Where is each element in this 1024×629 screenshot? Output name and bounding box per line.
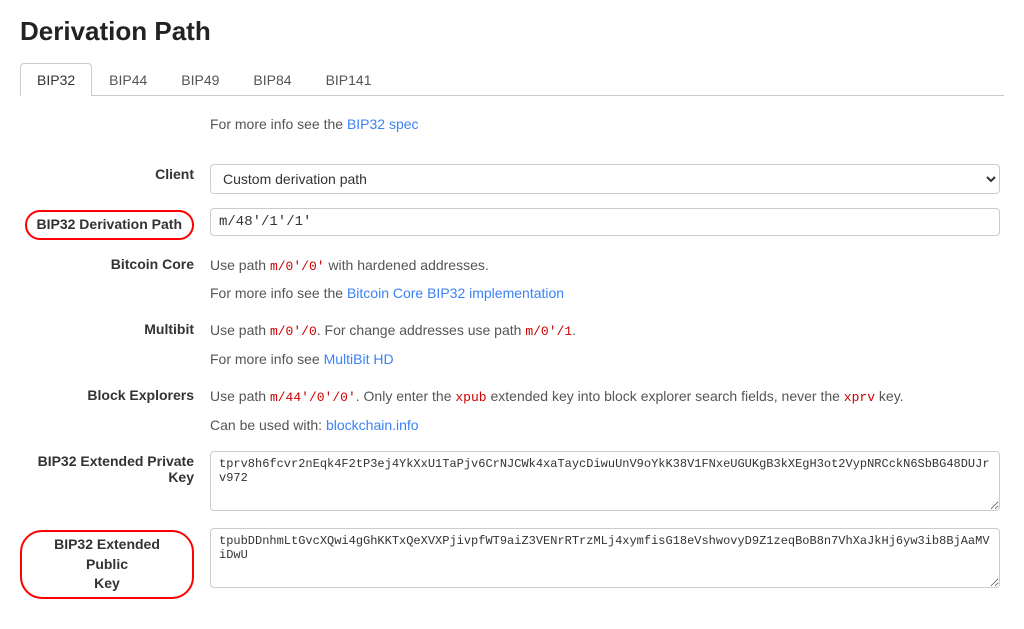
derivation-path-row: BIP32 Derivation Path [20,208,1000,240]
derivation-path-input[interactable] [210,208,1000,236]
block-explorers-link[interactable]: blockchain.info [326,417,419,433]
block-explorers-mono2: xpub [455,390,486,405]
bitcoin-core-more-text: For more info see the [210,285,347,301]
bip32-spec-link[interactable]: BIP32 spec [347,116,419,132]
extended-private-key-row: BIP32 Extended Private Key [20,451,1000,514]
extended-public-key-col [210,528,1000,591]
extended-private-key-label: BIP32 Extended Private Key [20,451,210,485]
extended-private-key-col [210,451,1000,514]
multibit-text3: . [572,322,576,338]
tab-bip32[interactable]: BIP32 [20,63,92,96]
bitcoin-core-indent [20,285,210,301]
block-explorers-mono1: m/44'/0'/0' [270,390,356,405]
block-explorers-label: Block Explorers [20,385,210,403]
content-area: For more info see the BIP32 spec Client … [20,116,1000,599]
extended-public-key-label: BIP32 Extended Public Key [20,530,194,599]
multibit-label: Multibit [20,319,210,337]
page-title: Derivation Path [20,16,1004,47]
bitcoin-core-label: Bitcoin Core [20,254,210,272]
multibit-more-text: For more info see [210,351,324,367]
multibit-text2: . For change addresses use path [317,322,526,338]
tab-bip141[interactable]: BIP141 [309,63,389,96]
tab-bar: BIP32 BIP44 BIP49 BIP84 BIP141 [20,63,1004,96]
block-explorers-text2: . Only enter the [356,388,456,404]
block-explorers-text4: key. [875,388,904,404]
tab-bip44[interactable]: BIP44 [92,63,164,96]
derivation-path-label-col: BIP32 Derivation Path [20,208,210,240]
derivation-path-label: BIP32 Derivation Path [25,210,195,240]
bip32-info-text: For more info see the BIP32 spec [210,116,1000,132]
block-explorers-row: Block Explorers Use path m/44'/0'/0'. On… [20,385,1000,409]
block-explorers-indent [20,417,210,433]
block-explorers-extra-content: Can be used with: blockchain.info [210,417,1000,433]
multibit-text1: Use path [210,322,270,338]
multibit-link[interactable]: MultiBit HD [324,351,394,367]
derivation-path-value-col [210,208,1000,236]
bip32-info-label [20,116,210,118]
bitcoin-core-row: Bitcoin Core Use path m/0'/0' with harde… [20,254,1000,278]
block-explorers-content: Use path m/44'/0'/0'. Only enter the xpu… [210,385,1000,409]
bitcoin-core-text2: with hardened addresses. [325,257,489,273]
bip32-info-prefix: For more info see the [210,116,347,132]
extended-private-key-input[interactable] [210,451,1000,511]
bitcoin-core-content: Use path m/0'/0' with hardened addresses… [210,254,1000,278]
client-row: Client Custom derivation path [20,164,1000,194]
tab-bip84[interactable]: BIP84 [236,63,308,96]
bitcoin-core-link[interactable]: Bitcoin Core BIP32 implementation [347,285,564,301]
tab-bip49[interactable]: BIP49 [164,63,236,96]
client-select[interactable]: Custom derivation path [210,164,1000,194]
extended-public-key-label-col: BIP32 Extended Public Key [20,528,210,599]
block-explorers-text3: extended key into block explorer search … [487,388,844,404]
bitcoin-core-text1: Use path [210,257,270,273]
bitcoin-core-mono1: m/0'/0' [270,259,325,274]
bitcoin-core-extra: For more info see the Bitcoin Core BIP32… [20,285,1000,301]
client-label: Client [20,164,210,182]
block-explorers-more-text: Can be used with: [210,417,326,433]
bip32-info-row: For more info see the BIP32 spec [20,116,1000,150]
multibit-extra: For more info see MultiBit HD [20,351,1000,367]
extended-public-key-input[interactable] [210,528,1000,588]
block-explorers-text1: Use path [210,388,270,404]
multibit-content: Use path m/0'/0. For change addresses us… [210,319,1000,343]
block-explorers-mono3: xprv [844,390,875,405]
client-value-col: Custom derivation path [210,164,1000,194]
multibit-mono2: m/0'/1 [525,324,572,339]
block-explorers-extra: Can be used with: blockchain.info [20,417,1000,433]
multibit-indent [20,351,210,367]
bitcoin-core-extra-content: For more info see the Bitcoin Core BIP32… [210,285,1000,301]
multibit-extra-content: For more info see MultiBit HD [210,351,1000,367]
multibit-mono1: m/0'/0 [270,324,317,339]
extended-public-key-row: BIP32 Extended Public Key [20,528,1000,599]
multibit-row: Multibit Use path m/0'/0. For change add… [20,319,1000,343]
